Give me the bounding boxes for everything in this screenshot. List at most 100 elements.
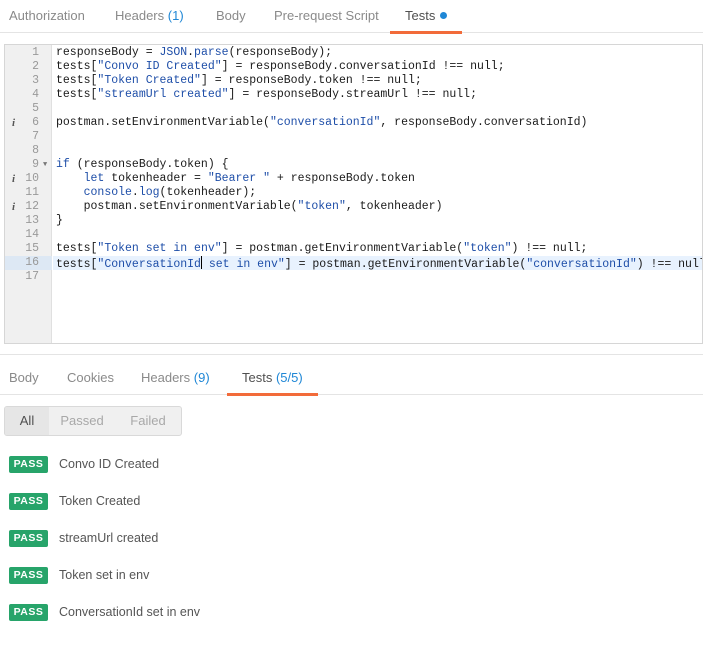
- line-number: 14: [25, 228, 39, 241]
- code-line[interactable]: [53, 228, 702, 242]
- tab-count: (1): [167, 8, 184, 23]
- code-line[interactable]: [53, 270, 702, 284]
- tab-label: Headers: [115, 8, 165, 23]
- tab-label: Headers: [141, 370, 191, 385]
- code-line[interactable]: tests["Token set in env"] = postman.getE…: [53, 242, 702, 256]
- test-results-filter: All Passed Failed: [4, 406, 182, 436]
- test-name: Convo ID Created: [59, 457, 160, 471]
- line-number: 4: [32, 88, 39, 101]
- response-tab-headers[interactable]: Headers (9): [141, 355, 210, 395]
- gutter-line: 7: [5, 130, 52, 144]
- tab-label: Tests: [242, 370, 273, 385]
- line-number: 13: [25, 214, 39, 227]
- code-line[interactable]: tests["ConversationId set in env"] = pos…: [53, 256, 702, 271]
- line-number: 3: [32, 74, 39, 87]
- line-number-gutter: 1 2 3 4 5 i 6 7 8 9 ▼ i 10 11 i 12 13 14 15 16 17: [5, 45, 52, 343]
- code-line[interactable]: responseBody = JSON.parse(responseBody);: [53, 46, 702, 60]
- line-number: 15: [25, 242, 39, 255]
- gutter-line: i6: [5, 116, 52, 130]
- tab-count: (9): [193, 370, 210, 385]
- test-name: streamUrl created: [59, 531, 159, 545]
- tab-label: Pre-request Script: [274, 8, 379, 23]
- gutter-line: 16: [5, 256, 52, 270]
- line-number: 1: [32, 46, 39, 59]
- line-number: 12: [25, 200, 39, 213]
- test-name: Token Created: [59, 494, 141, 508]
- gutter-line: i 10: [5, 172, 52, 186]
- tab-authorization[interactable]: Authorization: [9, 0, 85, 33]
- tab-label: Body: [9, 370, 39, 385]
- filter-failed[interactable]: Failed: [115, 407, 181, 435]
- line-number: 8: [32, 144, 39, 157]
- code-line[interactable]: [53, 130, 702, 144]
- request-tabs: Authorization Headers (1) Body Pre-reque…: [0, 0, 703, 34]
- gutter-line: 2: [5, 60, 52, 74]
- code-line[interactable]: postman.setEnvironmentVariable("token", …: [53, 200, 702, 214]
- line-number: 7: [32, 130, 39, 143]
- tab-count: (5/5): [275, 370, 303, 385]
- pass-badge: PASS: [9, 603, 48, 621]
- tab-pre-request-script[interactable]: Pre-request Script: [274, 0, 379, 33]
- active-tab-indicator: [390, 31, 463, 34]
- gutter-line: i 12: [5, 200, 52, 214]
- tab-label: Tests: [405, 8, 436, 23]
- tab-body[interactable]: Body: [216, 0, 246, 33]
- gutter-line: 8: [5, 144, 52, 158]
- gutter-line: 11: [5, 186, 52, 200]
- info-icon[interactable]: i: [12, 200, 15, 214]
- text-caret: [200, 256, 202, 269]
- gutter-line: 9 ▼: [5, 158, 52, 172]
- code-line[interactable]: postman.setEnvironmentVariable("conversa…: [53, 116, 702, 130]
- code-line[interactable]: let tokenheader = "Bearer " + responseBo…: [53, 172, 702, 186]
- gutter-line: 14: [5, 228, 52, 242]
- line-number: 5: [32, 102, 39, 115]
- line-number: 17: [25, 270, 39, 283]
- tab-headers[interactable]: Headers (1): [115, 0, 184, 33]
- code-line[interactable]: tests["streamUrl created"] = responseBod…: [53, 88, 702, 102]
- line-number: 9: [32, 158, 39, 171]
- code-line[interactable]: }: [53, 214, 702, 228]
- pass-badge: PASS: [9, 566, 48, 584]
- pass-badge: PASS: [9, 455, 48, 473]
- response-tab-cookies[interactable]: Cookies: [67, 355, 114, 395]
- filter-all[interactable]: All: [5, 407, 49, 435]
- test-result-row: PASS Token set in env: [9, 565, 149, 585]
- fold-toggle-icon[interactable]: ▼: [43, 158, 47, 172]
- tests-code-editor[interactable]: 1 2 3 4 5 i 6 7 8 9 ▼ i 10 11 i 12 13 14 15 16 17 responseBo…: [4, 44, 703, 344]
- info-icon[interactable]: i: [12, 172, 15, 186]
- code-line[interactable]: [53, 102, 702, 116]
- gutter-line: 13: [5, 214, 52, 228]
- code-line[interactable]: tests["Convo ID Created"] = responseBody…: [53, 60, 702, 74]
- active-tab-indicator: [227, 393, 318, 396]
- modified-dot-icon: [440, 12, 448, 19]
- filter-passed[interactable]: Passed: [49, 407, 115, 435]
- pass-badge: PASS: [9, 529, 48, 547]
- code-line[interactable]: if (responseBody.token) {: [53, 158, 702, 172]
- info-icon[interactable]: i: [12, 116, 15, 130]
- gutter-line: 17: [5, 270, 52, 284]
- tab-label: Body: [216, 8, 246, 23]
- response-tab-body[interactable]: Body: [9, 355, 39, 395]
- tab-tests[interactable]: Tests: [390, 0, 463, 34]
- test-result-row: PASS ConversationId set in env: [9, 602, 200, 622]
- code-line[interactable]: console.log(tokenheader);: [53, 186, 702, 200]
- tab-label: Cookies: [67, 370, 114, 385]
- gutter-line: 3: [5, 74, 52, 88]
- line-number: 2: [32, 60, 39, 73]
- gutter-line: 5: [5, 102, 52, 116]
- code-line[interactable]: tests["Token Created"] = responseBody.to…: [53, 74, 702, 88]
- line-number: 10: [25, 172, 39, 185]
- response-tabs: Body Cookies Headers (9) Tests (5/5): [0, 355, 703, 396]
- test-result-row: PASS streamUrl created: [9, 528, 158, 548]
- code-line[interactable]: [53, 144, 702, 158]
- line-number: 16: [25, 256, 39, 269]
- line-number: 6: [32, 116, 39, 129]
- gutter-line: 1: [5, 46, 52, 60]
- test-name: ConversationId set in env: [59, 605, 201, 619]
- gutter-line: 4: [5, 88, 52, 102]
- code-area[interactable]: responseBody = JSON.parse(responseBody);…: [53, 45, 702, 343]
- tab-label: Authorization: [9, 8, 85, 23]
- line-number: 11: [25, 186, 39, 199]
- test-name: Token set in env: [59, 568, 150, 582]
- response-tab-tests[interactable]: Tests (5/5): [227, 355, 318, 396]
